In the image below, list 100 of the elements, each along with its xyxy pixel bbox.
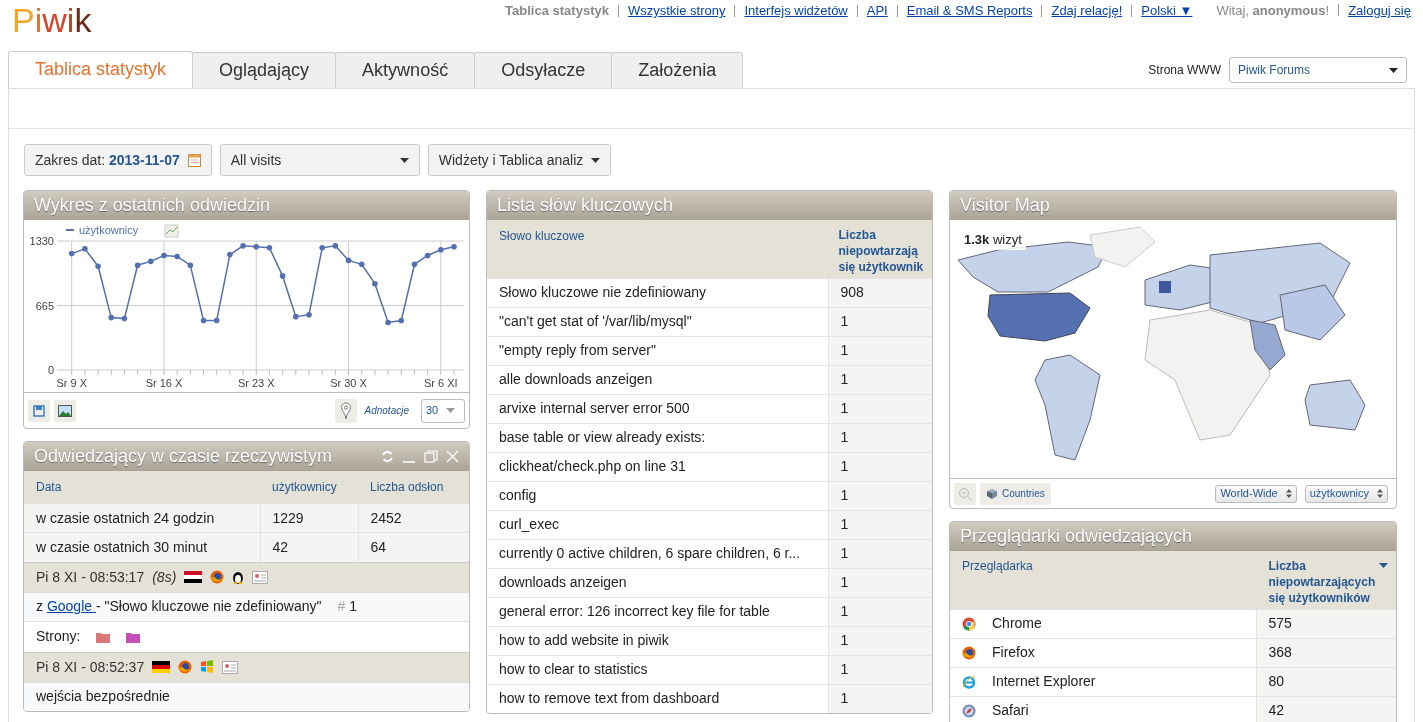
metric-select[interactable]: użytkownicy	[1304, 484, 1388, 503]
nav-link[interactable]: Interfejs widżetów	[744, 1, 848, 21]
data-point	[82, 245, 88, 252]
data-point	[345, 257, 352, 264]
folder-icon[interactable]	[96, 630, 111, 643]
referrer-link[interactable]: Google	[46, 598, 96, 614]
axis-label: Sr 16 X	[145, 377, 183, 389]
data-point	[161, 252, 167, 259]
date-picker[interactable]: Zakres dat: 2013-11-07	[24, 144, 212, 176]
nav-link[interactable]: Zdaj relację!	[1051, 1, 1123, 21]
data-point	[279, 273, 286, 279]
axis-label: Sr 23 X	[237, 377, 275, 389]
chart-icon[interactable]	[164, 224, 179, 238]
table-cell: 80	[1256, 667, 1396, 696]
login-link[interactable]: Zaloguj się	[1348, 0, 1411, 21]
nav-link[interactable]: API	[866, 1, 888, 21]
tab[interactable]: Oglądający	[192, 52, 337, 88]
table-cell: 1	[828, 481, 932, 510]
data-point	[213, 317, 220, 324]
nav-link[interactable]: Wszystkie strony	[627, 1, 726, 21]
column-header[interactable]: Data	[24, 471, 260, 504]
column-header[interactable]: użytkownicy	[260, 471, 358, 504]
region-select[interactable]: World-Wide	[1215, 484, 1297, 503]
table-cell: clickheat/check.php on line 31	[487, 452, 828, 481]
close-icon[interactable]	[446, 450, 459, 463]
flag-icon	[152, 661, 171, 673]
widget-title: Odwiedzający w czasie rzeczywistym	[34, 445, 333, 468]
column-header[interactable]: Przeglądarka	[950, 551, 1256, 609]
segment-select[interactable]: All visits	[219, 144, 420, 176]
table-cell-text: Safari	[992, 701, 1029, 721]
table-cell: 1	[828, 336, 932, 365]
widget-title: Lista słów kluczowych	[497, 194, 674, 217]
caret-icon	[1379, 563, 1388, 568]
data-point	[438, 246, 444, 253]
save-icon[interactable]	[33, 404, 45, 417]
firefox-icon	[962, 645, 976, 660]
table-cell: 1	[828, 684, 932, 713]
axis-label: 0	[47, 364, 54, 376]
nav-link[interactable]: Tablica statystyk	[505, 1, 609, 21]
table-cell: curl_exec	[487, 510, 828, 539]
stepper-icon	[1285, 489, 1292, 498]
data-point	[266, 245, 273, 251]
logo: Piwik	[12, 0, 92, 40]
column-header[interactable]: Liczba niepowtarzających się użytkowników	[1256, 551, 1396, 609]
cube-icon	[986, 488, 998, 499]
table-cell: 1	[828, 568, 932, 597]
site-label: Strona WWW	[1148, 62, 1221, 79]
nav-link[interactable]: Polski ▼	[1141, 1, 1193, 21]
annotations-link[interactable]: Adnotacje	[364, 403, 409, 418]
nav-link[interactable]: Email & SMS Reports	[906, 1, 1033, 21]
zoom-out-icon[interactable]	[958, 486, 972, 501]
table-cell: 1	[828, 365, 932, 394]
tab[interactable]: Aktywność	[335, 52, 476, 88]
tab[interactable]: Odsyłacze	[474, 52, 613, 88]
visit-duration: (8s)	[152, 567, 177, 587]
stepper-icon	[1377, 489, 1383, 498]
table-cell: 2452	[358, 503, 469, 533]
table-cell: 42	[1256, 696, 1396, 722]
table-cell: 1	[828, 597, 932, 626]
countries-button[interactable]: Countries	[980, 482, 1051, 505]
visit-time: Pi 8 XI - 08:53:17	[36, 567, 145, 587]
visit-time: Pi 8 XI - 08:52:37	[36, 657, 145, 677]
firefox-icon	[210, 570, 225, 584]
period-select[interactable]: 30	[421, 398, 465, 423]
data-point	[68, 250, 75, 257]
image-icon[interactable]	[58, 404, 72, 417]
widget-title: Visitor Map	[960, 194, 1050, 217]
table-cell: 1	[828, 510, 932, 539]
site-select[interactable]: Piwik Forums	[1229, 57, 1407, 83]
axis-label: 1330	[29, 235, 54, 247]
axis-label: Sr 6 XI	[424, 377, 458, 389]
data-point	[293, 313, 299, 320]
table-cell-text: Chrome	[992, 614, 1042, 633]
refresh-icon[interactable]	[381, 450, 394, 463]
caret-icon	[591, 157, 601, 163]
table-cell: 1	[828, 452, 932, 481]
folder-icon[interactable]	[126, 630, 141, 643]
map-pin-icon[interactable]	[339, 401, 352, 420]
caret-icon	[446, 408, 456, 413]
table-cell: downloads anzeigen	[487, 568, 828, 597]
column-header[interactable]: Liczba odsłon	[358, 471, 469, 504]
hash-mark: #	[337, 597, 346, 616]
data-point	[332, 243, 339, 249]
data-point	[240, 243, 246, 249]
column-header[interactable]: Słowo kluczowe	[487, 220, 828, 278]
data-point	[398, 317, 405, 324]
column-header[interactable]: Liczba niepowtarzają się użytkownik	[828, 220, 932, 278]
data-point	[411, 261, 418, 268]
table-cell: 1	[828, 626, 932, 655]
data-point	[187, 262, 194, 269]
dashboard-menu[interactable]: Widżety i Tablica analiz	[427, 144, 612, 176]
legend-label[interactable]: użytkownicy	[79, 224, 139, 236]
tab[interactable]: Założenia	[611, 52, 744, 88]
penguin-icon	[232, 570, 245, 584]
table-cell: 1	[828, 655, 932, 684]
maximize-icon[interactable]	[424, 450, 438, 463]
table-cell: how to clear to statistics	[487, 655, 828, 684]
data-point	[95, 263, 101, 269]
calendar-icon	[187, 153, 201, 167]
table-cell-text: Internet Explorer	[992, 672, 1096, 691]
